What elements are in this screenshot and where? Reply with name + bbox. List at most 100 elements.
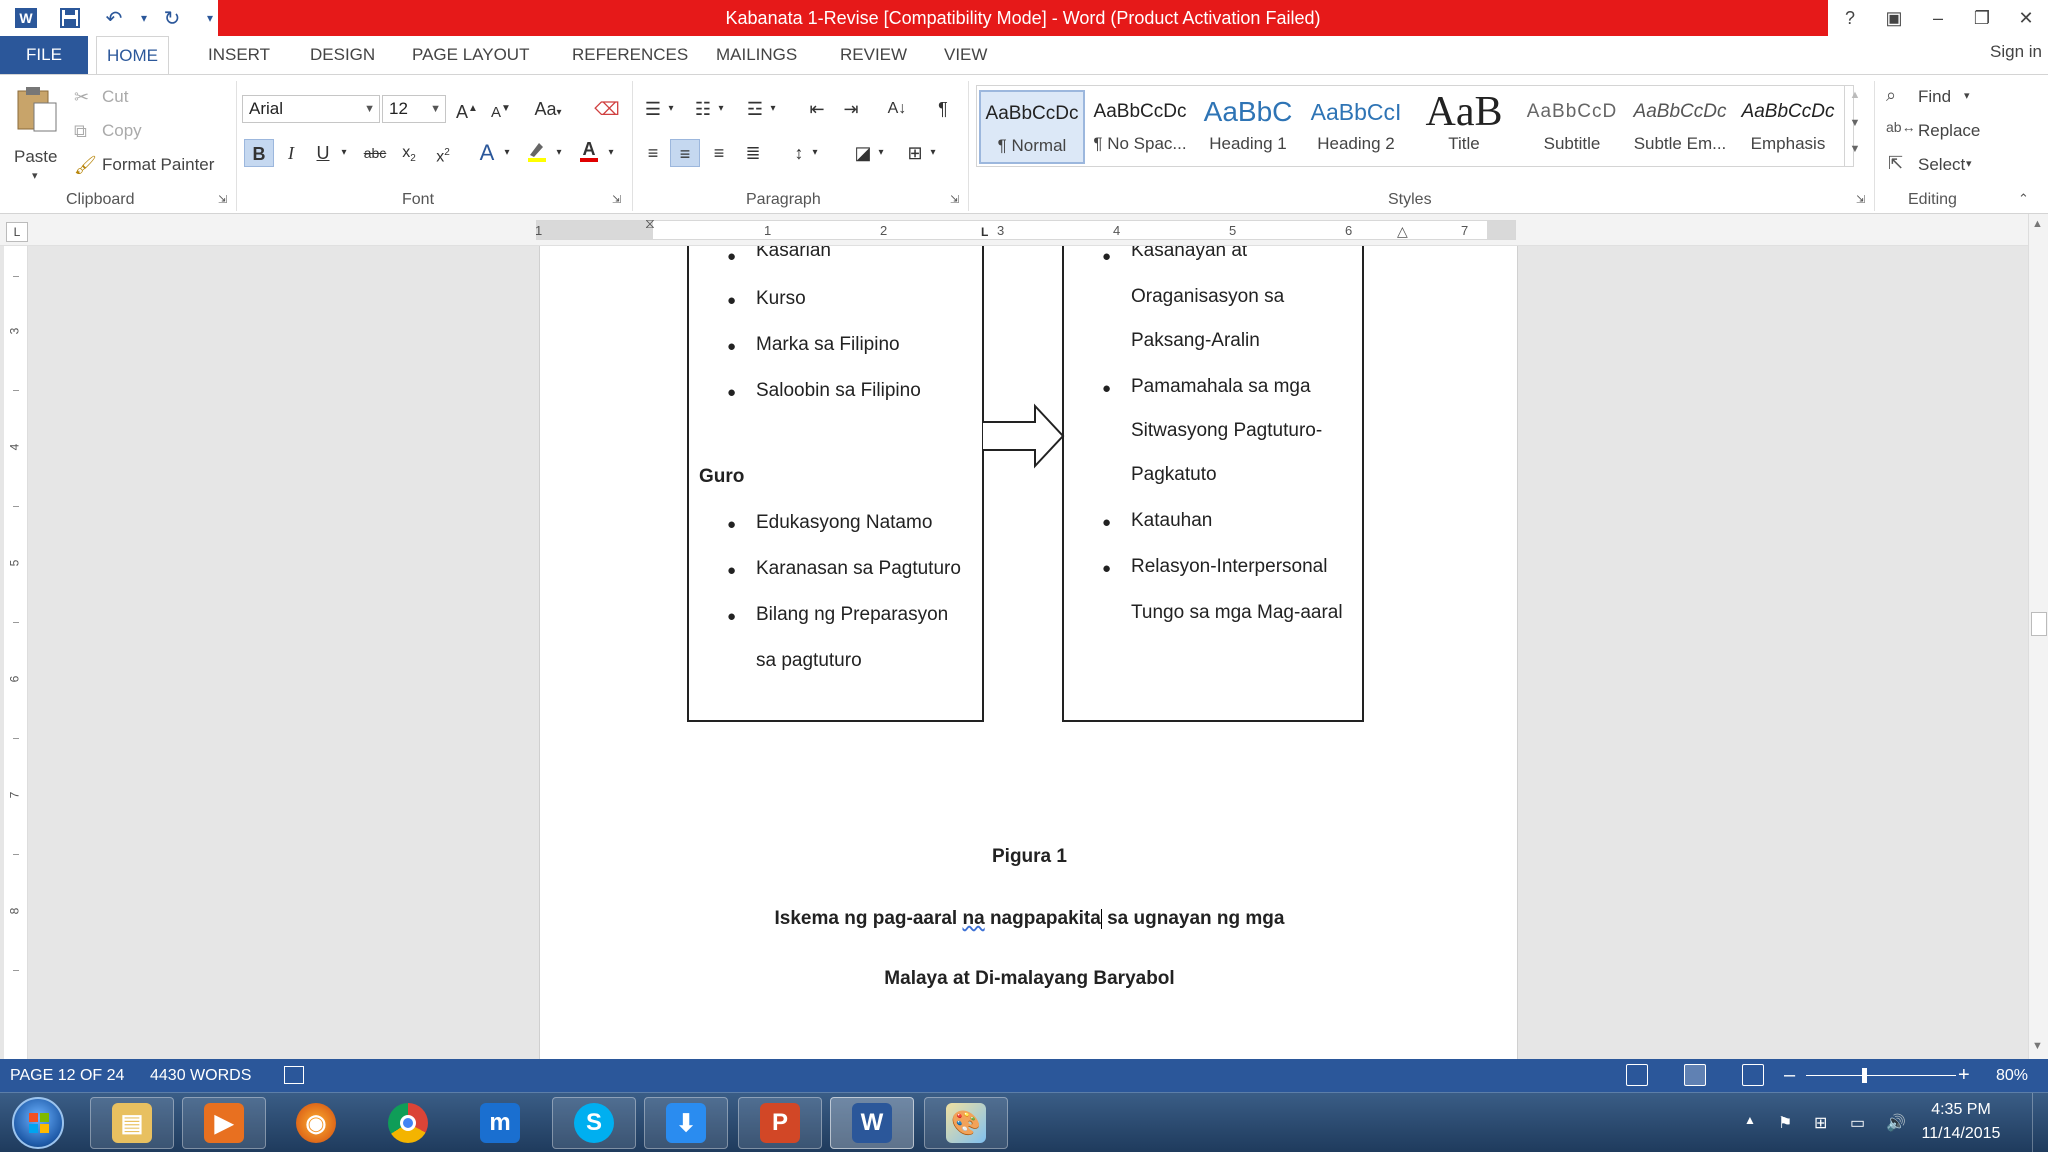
taskbar-firefox[interactable]: ◉ (274, 1097, 358, 1149)
numbering-dropdown-icon[interactable]: ▾ (714, 95, 728, 123)
style-no-spacing[interactable]: AaBbCcDc ¶ No Spac... (1087, 90, 1193, 164)
highlight-color-icon[interactable] (522, 139, 552, 167)
style-emphasis[interactable]: AaBbCcDc Emphasis (1735, 90, 1841, 164)
clock-date[interactable]: 11/14/2015 (1906, 1125, 2016, 1143)
collapse-ribbon-icon[interactable]: ⌃ (2018, 191, 2029, 207)
style-heading-1[interactable]: AaBbC Heading 1 (1195, 90, 1301, 164)
zoom-out-button[interactable]: – (1784, 1059, 1795, 1092)
tab-selector[interactable]: L (6, 222, 28, 242)
network-icon[interactable]: ▭ (1850, 1113, 1865, 1133)
ribbon-display-options-button[interactable]: ▣ (1872, 0, 1916, 36)
sign-in-link[interactable]: Sign in (1990, 42, 2042, 62)
scroll-down-icon[interactable]: ▼ (1845, 117, 1865, 129)
read-mode-icon[interactable] (1626, 1064, 1648, 1086)
grow-font-button[interactable]: A▲ (452, 95, 482, 123)
copy-button[interactable]: Copy (102, 121, 142, 141)
taskbar-maxthon[interactable]: m (458, 1097, 542, 1149)
strikethrough-button[interactable]: abc (360, 139, 390, 167)
align-left-icon[interactable]: ≡ (638, 139, 668, 167)
help-button[interactable]: ? (1828, 0, 1872, 36)
tab-home[interactable]: HOME (96, 36, 169, 74)
document-page[interactable]: ● Kasarian ● Kurso ● Marka sa Filipino ●… (539, 246, 1518, 1059)
align-center-icon[interactable]: ≡ (670, 139, 700, 167)
clear-formatting-icon[interactable]: ⌫ (592, 95, 622, 123)
paste-dropdown-icon[interactable]: ▾ (32, 169, 38, 182)
subscript-button[interactable]: x2 (394, 139, 424, 167)
show-hidden-icons-icon[interactable]: ▲ (1744, 1113, 1756, 1127)
increase-indent-icon[interactable]: ⇥ (836, 95, 866, 123)
find-button[interactable]: Find (1918, 87, 1951, 107)
change-case-button[interactable]: Aa▾ (528, 95, 568, 123)
select-dropdown-icon[interactable]: ▾ (1966, 157, 1972, 170)
taskbar-powerpoint[interactable]: P (738, 1097, 822, 1149)
tab-insert[interactable]: INSERT (198, 36, 280, 74)
font-size-combo[interactable]: 12 ▼ (382, 95, 446, 123)
restore-button[interactable]: ❐ (1960, 0, 2004, 36)
bold-button[interactable]: B (244, 139, 274, 167)
more-styles-icon[interactable]: ▼ (1845, 143, 1865, 155)
scroll-down-icon[interactable]: ▼ (2032, 1040, 2043, 1052)
scrollbar-thumb[interactable] (2031, 612, 2047, 636)
clipboard-launcher-icon[interactable]: ⇲ (218, 193, 227, 206)
tab-page-layout[interactable]: PAGE LAYOUT (402, 36, 539, 74)
paragraph-launcher-icon[interactable]: ⇲ (950, 193, 959, 206)
styles-launcher-icon[interactable]: ⇲ (1856, 193, 1865, 206)
start-button[interactable] (12, 1097, 64, 1149)
justify-icon[interactable]: ≣ (738, 139, 768, 167)
save-icon[interactable] (56, 4, 84, 32)
taskbar-downloader[interactable]: ⬇ (644, 1097, 728, 1149)
font-color-icon[interactable]: A (574, 139, 604, 167)
taskbar-media-player[interactable]: ▶ (182, 1097, 266, 1149)
action-center-flag-icon[interactable]: ⚑ (1778, 1113, 1792, 1133)
align-right-icon[interactable]: ≡ (704, 139, 734, 167)
taskbar-paint[interactable]: 🎨 (924, 1097, 1008, 1149)
paste-button[interactable]: Paste ▾ (10, 85, 66, 185)
show-formatting-marks-icon[interactable]: ¶ (928, 95, 958, 123)
style-subtitle[interactable]: AaBbCcD Subtitle (1519, 90, 1625, 164)
taskbar-word[interactable]: W (830, 1097, 914, 1149)
cut-button[interactable]: Cut (102, 87, 128, 107)
tab-file[interactable]: FILE (0, 36, 88, 74)
text-effects-dropdown-icon[interactable]: ▾ (500, 139, 514, 167)
tab-view[interactable]: VIEW (934, 36, 997, 74)
format-painter-button[interactable]: Format Painter (102, 155, 214, 175)
italic-button[interactable]: I (276, 139, 306, 167)
zoom-level[interactable]: 80% (1996, 1059, 2028, 1092)
styles-gallery-scroll[interactable]: ▲ ▼ ▼ (1844, 85, 1866, 167)
taskbar-skype[interactable]: S (552, 1097, 636, 1149)
word-app-icon[interactable]: W (12, 4, 40, 32)
tab-review[interactable]: REVIEW (830, 36, 917, 74)
shading-dropdown-icon[interactable]: ▾ (874, 139, 888, 167)
font-launcher-icon[interactable]: ⇲ (612, 193, 621, 206)
borders-dropdown-icon[interactable]: ▾ (926, 139, 940, 167)
undo-icon[interactable]: ↶ (100, 4, 128, 32)
web-layout-icon[interactable] (1742, 1064, 1764, 1086)
font-color-dropdown-icon[interactable]: ▾ (604, 139, 618, 167)
first-line-indent-marker[interactable]: ⧖ (645, 215, 655, 232)
decrease-indent-icon[interactable]: ⇤ (802, 95, 832, 123)
vertical-scrollbar[interactable]: ▲ ▼ (2028, 214, 2048, 1059)
style-title[interactable]: AaB Title (1411, 90, 1517, 164)
close-button[interactable]: ✕ (2004, 0, 2048, 36)
horizontal-ruler[interactable]: 1 1 2 3 4 5 6 7 ⧖ L △ (535, 215, 1516, 240)
zoom-slider[interactable] (1806, 1075, 1956, 1076)
minimize-button[interactable]: – (1916, 0, 1960, 36)
style-subtle-emphasis[interactable]: AaBbCcDc Subtle Em... (1627, 90, 1733, 164)
clock-time[interactable]: 4:35 PM (1906, 1101, 2016, 1119)
style-normal[interactable]: AaBbCcDc ¶ Normal (979, 90, 1085, 164)
sort-icon[interactable]: A↓ (882, 95, 912, 123)
column-marker[interactable]: L (981, 225, 988, 239)
tab-mailings[interactable]: MAILINGS (706, 36, 807, 74)
underline-button[interactable]: U (308, 139, 338, 167)
word-count[interactable]: 4430 WORDS (150, 1059, 251, 1092)
multilevel-dropdown-icon[interactable]: ▾ (766, 95, 780, 123)
page-indicator[interactable]: PAGE 12 OF 24 (10, 1059, 124, 1092)
taskbar-file-explorer[interactable]: ▤ (90, 1097, 174, 1149)
scroll-up-icon[interactable]: ▲ (2032, 218, 2043, 230)
scroll-up-icon[interactable]: ▲ (1845, 89, 1865, 101)
zoom-in-button[interactable]: + (1958, 1059, 1970, 1092)
show-desktop-button[interactable] (2032, 1093, 2048, 1152)
right-indent-marker[interactable]: △ (1397, 223, 1408, 240)
line-spacing-dropdown-icon[interactable]: ▾ (808, 139, 822, 167)
undo-dropdown-icon[interactable]: ▾ (130, 4, 158, 32)
